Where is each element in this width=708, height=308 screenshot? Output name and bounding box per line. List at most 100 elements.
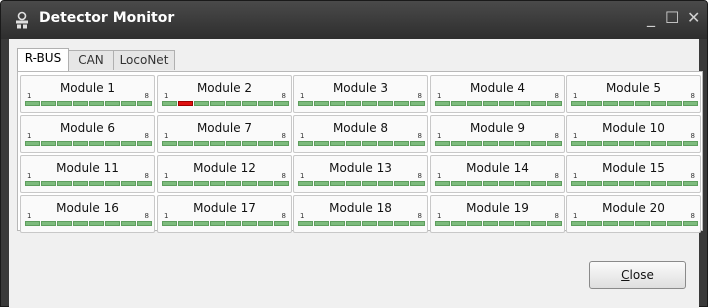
module-label: Module 1: [59, 81, 116, 95]
detector-leds: [298, 221, 425, 227]
module-tile: Module 6 1 8: [20, 115, 155, 153]
detector-led-free: [105, 101, 120, 106]
detector-led-free: [121, 141, 136, 146]
detector-led-free: [378, 221, 393, 226]
detector-leds: [298, 181, 425, 187]
detector-led-free: [73, 221, 88, 226]
detector-led-free: [619, 221, 634, 226]
detector-led-free: [378, 101, 393, 106]
r-bus-panel: Module 1 1 8 Module 2 1 8 Module 3 1 8 Module 418…: [17, 71, 703, 233]
led-first-index: 1: [573, 172, 578, 180]
module-label: Module 13: [329, 161, 392, 175]
detector-led-free: [635, 101, 650, 106]
led-last-index: 8: [554, 212, 559, 220]
detector-led-free: [467, 101, 482, 106]
module-tile: Module 8 1 8: [293, 115, 428, 153]
detector-led-free: [587, 141, 602, 146]
detector-led-free: [451, 101, 466, 106]
led-first-index: 1: [573, 132, 578, 140]
led-first-index: 1: [573, 212, 578, 220]
detector-led-free: [194, 181, 209, 186]
minimize-icon[interactable]: _: [647, 8, 655, 28]
tab-r-bus[interactable]: R-BUS: [17, 48, 69, 71]
app-icon: [16, 11, 28, 29]
detector-led-free: [410, 221, 425, 226]
detector-led-free: [57, 221, 72, 226]
close-icon[interactable]: ✕: [687, 8, 700, 28]
detector-leds: [162, 101, 289, 107]
title-bar[interactable]: Detector Monitor _ ☐ ✕: [1, 1, 707, 39]
detector-led-free: [25, 221, 40, 226]
detector-led-free: [603, 141, 618, 146]
detector-led-free: [298, 141, 313, 146]
detector-led-free: [25, 181, 40, 186]
led-last-index: 8: [554, 172, 559, 180]
module-tile: Module 20 1 8: [566, 195, 701, 233]
led-last-index: 8: [281, 212, 286, 220]
detector-led-free: [105, 141, 120, 146]
detector-led-free: [483, 221, 498, 226]
led-first-index: 1: [437, 92, 442, 100]
close-button-mnemonic: C: [621, 268, 630, 282]
detector-led-free: [73, 101, 88, 106]
close-button[interactable]: Close: [589, 261, 686, 289]
detector-leds: [162, 141, 289, 147]
module-tile: Module 14 1 8: [430, 155, 565, 193]
module-label: Module 12: [193, 161, 256, 175]
detector-led-free: [435, 221, 450, 226]
detector-led-free: [651, 181, 666, 186]
detector-led-free: [89, 141, 104, 146]
led-first-index: 1: [27, 212, 32, 220]
module-tile: Module 2 1 8: [157, 75, 292, 113]
detector-leds: [571, 101, 698, 107]
window-title: Detector Monitor: [39, 10, 175, 26]
detector-led-free: [531, 141, 546, 146]
tab-can[interactable]: CAN: [68, 50, 114, 70]
detector-leds: [25, 101, 152, 107]
led-first-index: 1: [300, 92, 305, 100]
detector-led-free: [274, 181, 289, 186]
detector-led-free: [314, 141, 329, 146]
detector-led-free: [635, 181, 650, 186]
detector-led-free: [41, 181, 56, 186]
detector-leds: [435, 101, 562, 107]
detector-led-free: [683, 221, 698, 226]
detector-leds: [298, 141, 425, 147]
detector-monitor-window: Detector Monitor _ ☐ ✕ R-BUS CAN LocoNet…: [0, 0, 708, 308]
detector-leds: [25, 141, 152, 147]
module-tile: Module 7 1 8: [157, 115, 292, 153]
detector-leds: [435, 181, 562, 187]
module-tile: Module 5 1 8: [566, 75, 701, 113]
detector-led-free: [210, 221, 225, 226]
detector-led-free: [483, 141, 498, 146]
detector-led-free: [242, 101, 257, 106]
maximize-icon[interactable]: ☐: [665, 8, 679, 28]
module-label: Module 6: [59, 121, 116, 135]
detector-led-free: [162, 141, 177, 146]
detector-led-free: [362, 101, 377, 106]
detector-led-free: [178, 141, 193, 146]
detector-leds: [25, 181, 152, 187]
module-tile: Module 9 1 8: [430, 115, 565, 153]
detector-led-free: [330, 181, 345, 186]
detector-led-free: [451, 181, 466, 186]
detector-leds: [25, 221, 152, 227]
detector-led-free: [57, 141, 72, 146]
detector-led-free: [531, 181, 546, 186]
module-tile: Module 19 1 8: [430, 195, 565, 233]
detector-leds: [571, 181, 698, 187]
detector-led-free: [258, 181, 273, 186]
detector-led-free: [73, 141, 88, 146]
led-last-index: 8: [144, 212, 149, 220]
detector-led-free: [667, 181, 682, 186]
detector-led-free: [571, 141, 586, 146]
module-label: Module 8: [332, 121, 389, 135]
tab-loconet[interactable]: LocoNet: [113, 50, 175, 70]
detector-led-free: [378, 181, 393, 186]
detector-led-free: [515, 181, 530, 186]
module-label: Module 2: [196, 81, 253, 95]
detector-led-free: [226, 141, 241, 146]
detector-leds: [162, 181, 289, 187]
detector-led-free: [587, 181, 602, 186]
detector-led-free: [298, 221, 313, 226]
